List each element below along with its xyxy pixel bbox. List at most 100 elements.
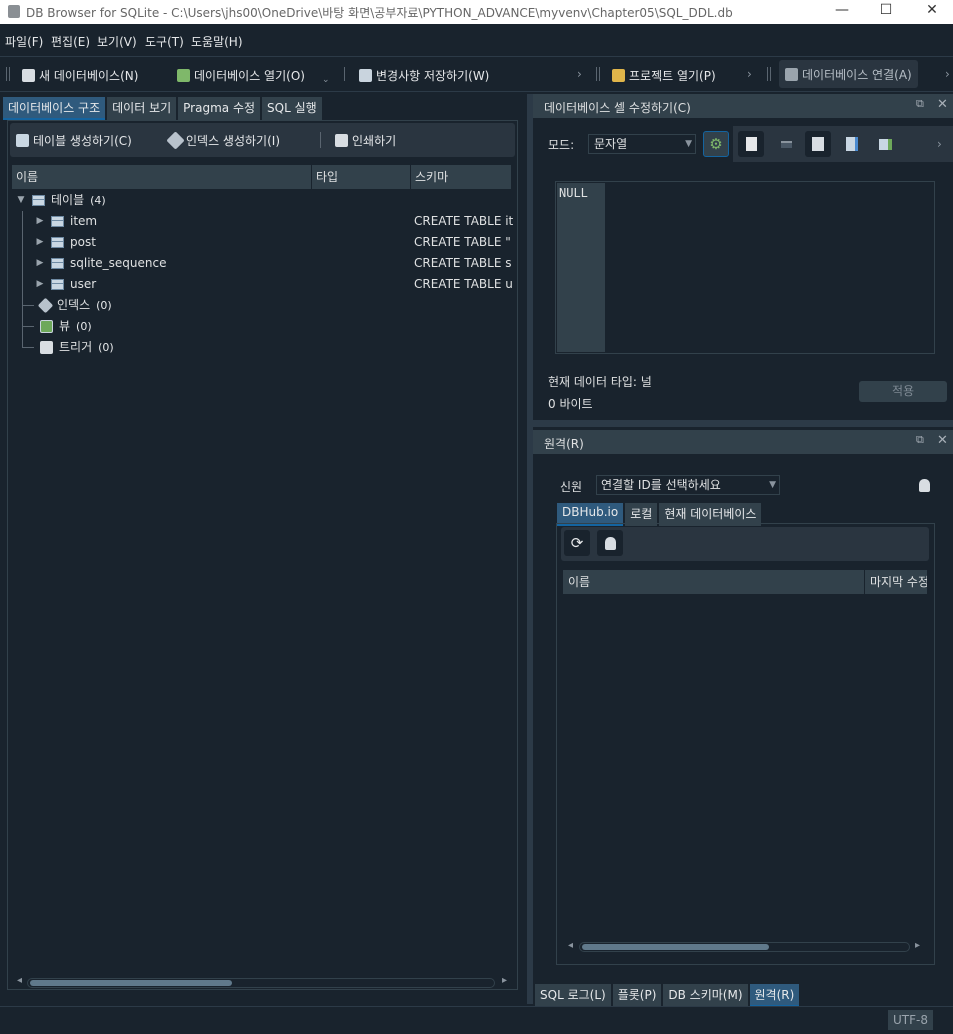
write-changes-button[interactable]: 변경사항 저장하기(W) — [359, 67, 489, 84]
column-header-type[interactable]: 타입 — [312, 165, 411, 189]
toolbar-grip[interactable] — [6, 67, 10, 81]
column-header-last-modified[interactable]: 마지막 수정 — [865, 570, 928, 594]
open-project-button[interactable]: 프로젝트 열기(P) — [612, 67, 716, 84]
create-table-button[interactable]: 테이블 생성하기(C) — [16, 132, 132, 149]
views-label: 뷰 — [59, 319, 71, 333]
expand-arrow-icon[interactable]: ▶ — [35, 232, 45, 253]
view-icon — [40, 320, 53, 333]
window-title: DB Browser for SQLite - C:\Users\jhs00\O… — [26, 6, 733, 20]
tree-item-triggers[interactable]: 트리거 (0) — [22, 337, 114, 358]
scroll-left-icon[interactable]: ◂ — [568, 940, 573, 951]
expand-arrow-icon[interactable]: ▶ — [35, 274, 45, 295]
scrollbar-thumb[interactable] — [582, 944, 769, 950]
menu-bar: 파일(F) 편집(E) 보기(V) 도구(T) 도움말(H) — [0, 26, 953, 54]
open-database-dropdown-icon[interactable]: ⌄ — [322, 75, 330, 85]
maximize-button[interactable]: ☐ — [876, 2, 896, 18]
cell-value: NULL — [557, 183, 605, 352]
tab-db-schema[interactable]: DB 스키마(M) — [663, 984, 748, 1007]
clone-database-button[interactable] — [597, 530, 623, 556]
tree-item-tables[interactable]: ▼ 테이블 (4) — [16, 190, 106, 211]
tab-execute-sql[interactable]: SQL 실행 — [262, 97, 322, 120]
set-null-button[interactable] — [872, 131, 898, 157]
toolbar-grip-2[interactable] — [596, 67, 600, 81]
dock-splitter[interactable] — [533, 420, 953, 427]
tab-browse-data[interactable]: 데이터 보기 — [107, 97, 177, 120]
tab-database-structure[interactable]: 데이터베이스 구조 — [3, 97, 106, 120]
table-name: post — [70, 235, 96, 249]
close-button[interactable]: ✕ — [922, 2, 942, 18]
text-mode-button[interactable] — [773, 131, 799, 157]
tree-item-views[interactable]: 뷰 (0) — [22, 316, 92, 337]
add-identity-button[interactable] — [911, 472, 937, 498]
column-header-name[interactable]: 이름 — [563, 570, 865, 594]
print-button[interactable]: 인쇄하기 — [335, 132, 396, 149]
scrollbar-thumb[interactable] — [30, 980, 232, 986]
minimize-button[interactable]: — — [832, 2, 852, 18]
menu-view[interactable]: 보기(V) — [97, 33, 137, 50]
remote-horizontal-scrollbar[interactable] — [579, 942, 910, 952]
mode-label: 모드: — [548, 138, 575, 152]
export-button[interactable] — [839, 131, 865, 157]
refresh-button[interactable]: ⟳ — [564, 530, 590, 556]
tree-line — [22, 326, 34, 327]
cell-editor-title: 데이터베이스 셀 수정하기(C) — [544, 101, 691, 115]
close-dock-icon[interactable]: ✕ — [937, 97, 948, 112]
auto-format-button[interactable]: ⚙ — [703, 131, 729, 157]
tab-plot[interactable]: 플롯(P) — [612, 984, 662, 1007]
tree-item-table[interactable]: ▶ post — [35, 232, 96, 253]
table-schema: CREATE TABLE s — [414, 256, 512, 270]
tree-item-indexes[interactable]: 인덱스 (0) — [22, 295, 112, 316]
tree-item-table[interactable]: ▶ item — [35, 211, 98, 232]
open-database-button[interactable]: 데이터베이스 열기(O) — [177, 67, 305, 84]
mode-select[interactable]: 문자열 ▼ — [588, 134, 696, 154]
menu-edit[interactable]: 편집(E) — [51, 33, 90, 50]
attach-database-button[interactable]: 데이터베이스 연결(A) — [779, 60, 918, 88]
import-button[interactable] — [805, 131, 831, 157]
toolbar-grip-3[interactable] — [767, 67, 771, 81]
apply-button[interactable]: 적용 — [859, 381, 947, 402]
table-icon — [51, 216, 64, 227]
tree-guide-line — [22, 211, 23, 348]
menu-file[interactable]: 파일(F) — [5, 33, 43, 50]
close-dock-icon[interactable]: ✕ — [937, 433, 948, 448]
horizontal-scrollbar[interactable] — [27, 978, 495, 988]
database-icon — [604, 536, 616, 550]
identity-select[interactable]: 연결할 ID를 선택하세요 ▼ — [596, 475, 780, 495]
menu-help[interactable]: 도움말(H) — [191, 33, 243, 50]
panel-splitter[interactable] — [527, 94, 533, 1004]
toolbar-extension-icon[interactable]: › — [577, 67, 582, 81]
float-dock-icon[interactable]: ⧉ — [916, 97, 924, 111]
printer-icon — [335, 134, 348, 147]
import-icon — [812, 137, 824, 151]
toolbar-extension-icon-2[interactable]: › — [747, 67, 752, 81]
expand-arrow-icon[interactable]: ▶ — [35, 211, 45, 232]
cell-value-editor[interactable]: NULL — [555, 181, 935, 354]
column-header-name[interactable]: 이름 — [12, 165, 312, 189]
remote-table-header: 이름 마지막 수정 — [563, 570, 928, 594]
column-header-schema[interactable]: 스키마 — [411, 165, 512, 189]
expand-arrow-icon[interactable]: ▶ — [35, 253, 45, 274]
open-database-label: 데이터베이스 열기(O) — [194, 69, 305, 83]
tab-sql-log[interactable]: SQL 로그(L) — [535, 984, 611, 1007]
scroll-right-icon[interactable]: ▸ — [915, 940, 920, 951]
create-index-button[interactable]: 인덱스 생성하기(I) — [166, 131, 280, 150]
toolbar-extension-icon-4[interactable]: › — [937, 137, 942, 151]
status-bar: UTF-8 — [0, 1006, 953, 1034]
scroll-left-icon[interactable]: ◂ — [17, 975, 22, 986]
new-database-button[interactable]: 새 데이터베이스(N) — [22, 67, 138, 84]
cell-editor-dock-header: 데이터베이스 셀 수정하기(C) ⧉ ✕ — [533, 94, 953, 118]
menu-tools[interactable]: 도구(T) — [145, 33, 184, 50]
tree-item-table[interactable]: ▶ sqlite_sequence — [35, 253, 167, 274]
float-dock-icon[interactable]: ⧉ — [916, 433, 924, 447]
tree-item-table[interactable]: ▶ user — [35, 274, 97, 295]
toolbar-extension-icon-3[interactable]: › — [945, 67, 950, 81]
table-name: sqlite_sequence — [70, 256, 167, 270]
indexes-label: 인덱스 — [57, 298, 91, 312]
word-wrap-button[interactable] — [738, 131, 764, 157]
collapse-arrow-icon[interactable]: ▼ — [16, 190, 26, 211]
mode-value: 문자열 — [594, 137, 628, 151]
tab-remote[interactable]: 원격(R) — [749, 984, 800, 1007]
scroll-right-icon[interactable]: ▸ — [502, 975, 507, 986]
tab-edit-pragmas[interactable]: Pragma 수정 — [178, 97, 261, 120]
table-group-icon — [32, 195, 45, 206]
